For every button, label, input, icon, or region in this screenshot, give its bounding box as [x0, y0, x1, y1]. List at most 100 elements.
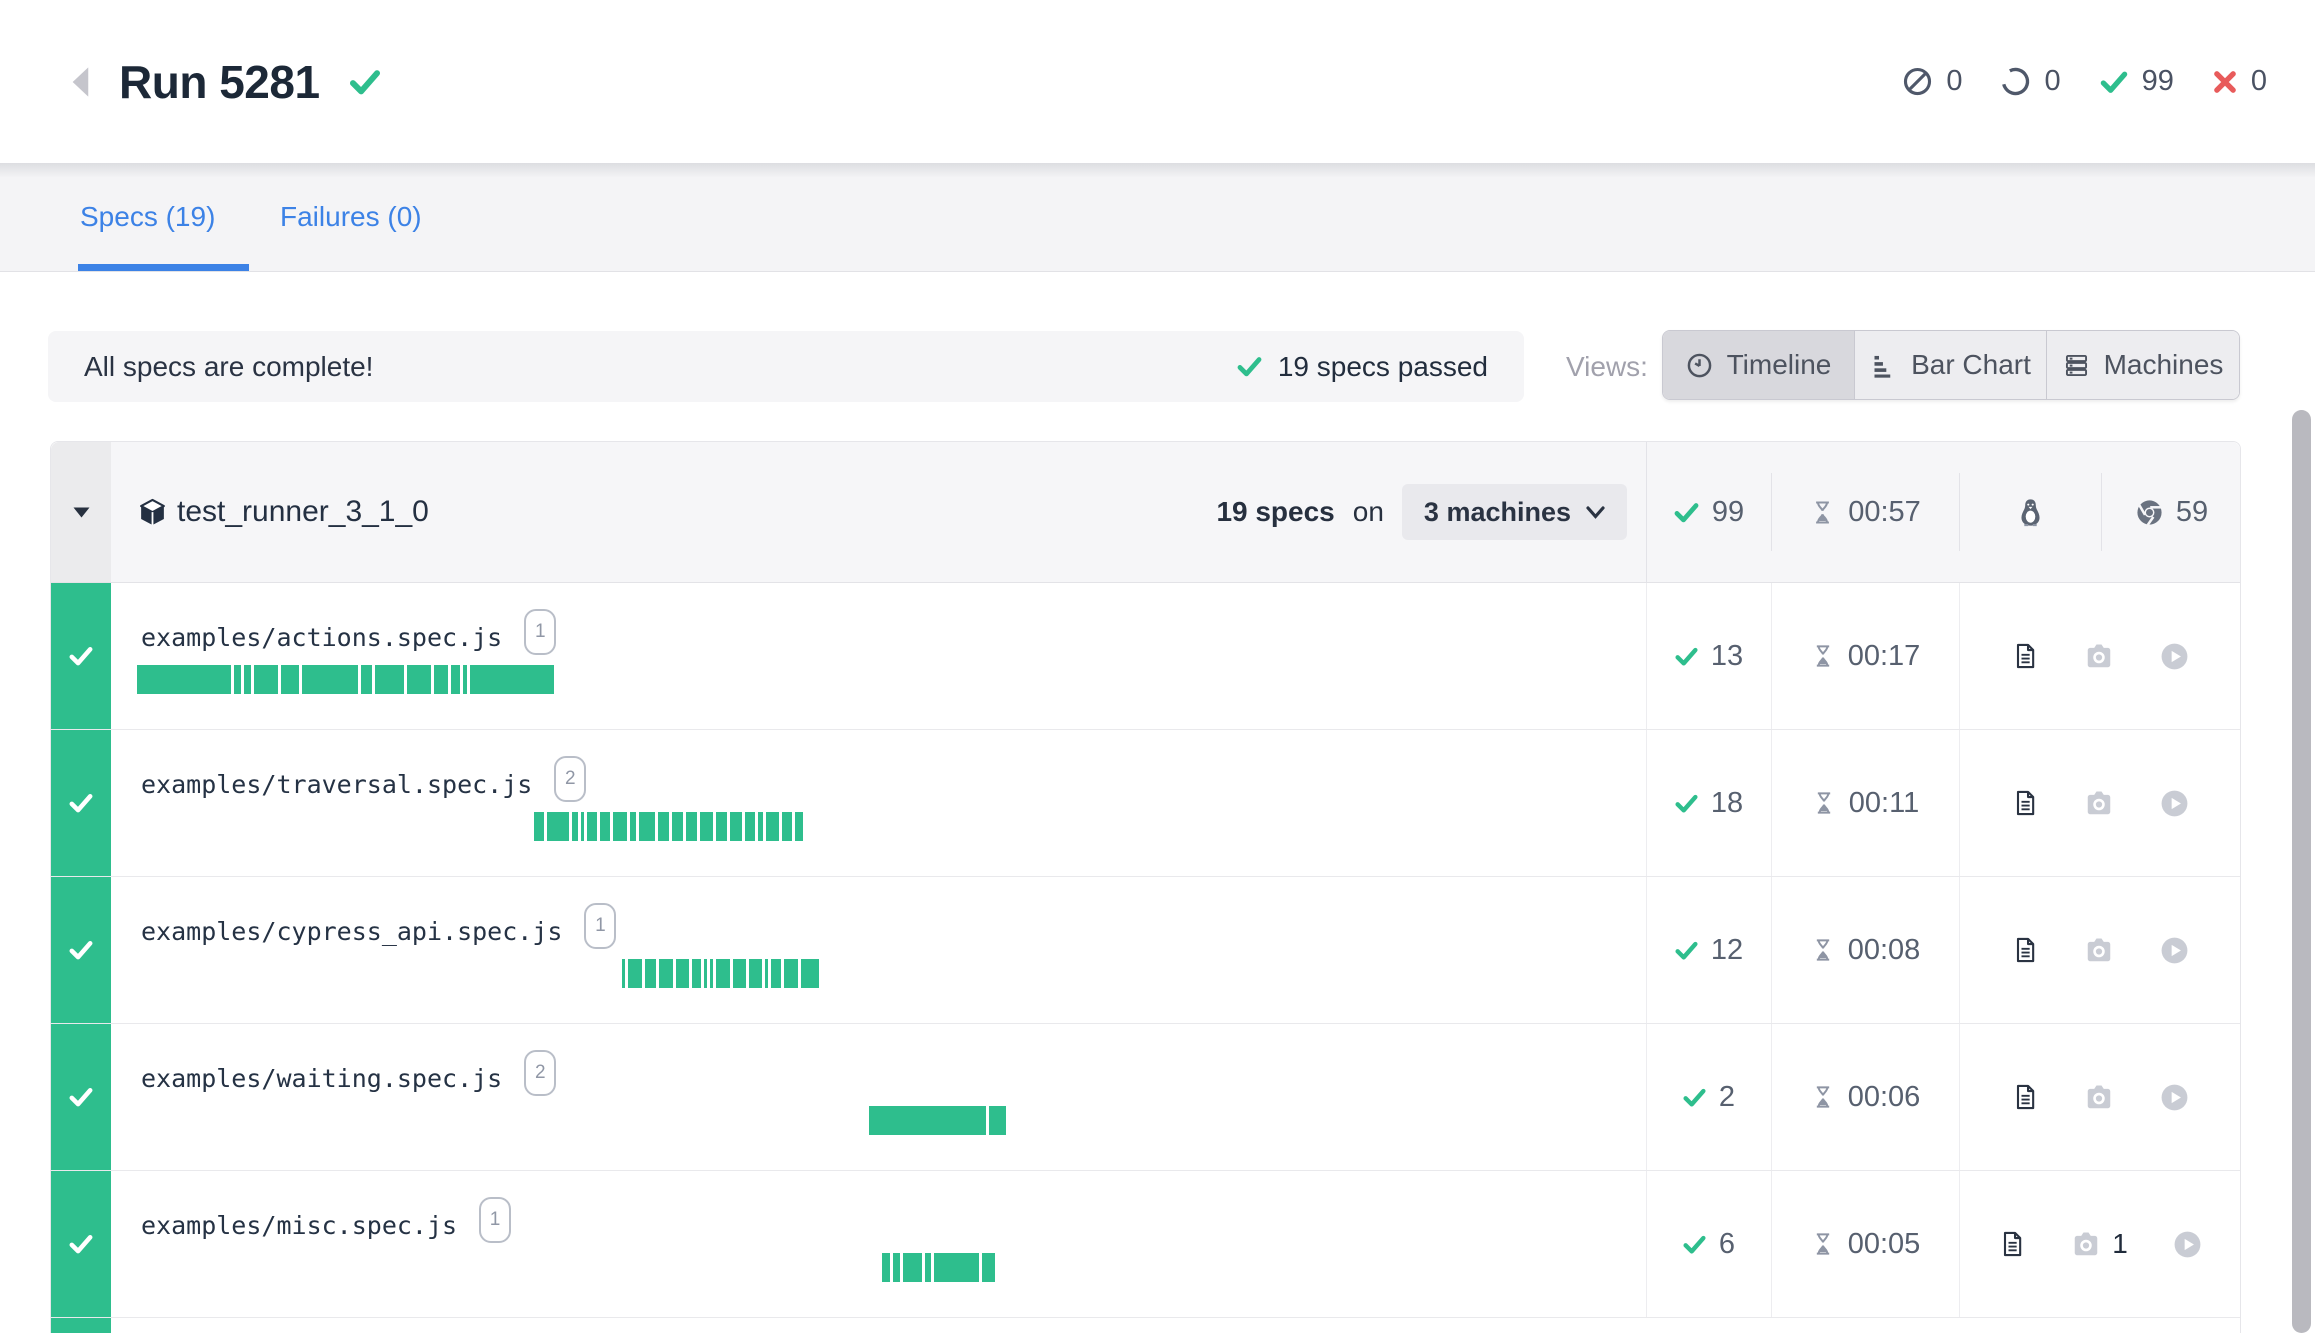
check-icon	[1236, 353, 1263, 380]
hourglass-icon	[1810, 937, 1836, 963]
spec-timeline-bar	[869, 1106, 1006, 1135]
document-icon	[2011, 1083, 2039, 1111]
spec-row: examples/traversal.spec.js 2 18 00:11	[51, 730, 2240, 877]
check-icon	[1682, 1232, 1707, 1257]
camera-icon	[2083, 641, 2115, 671]
spec-timeline-bar	[534, 812, 803, 841]
spec-name[interactable]: examples/actions.spec.js 1	[141, 611, 556, 663]
play-icon	[2159, 788, 2190, 819]
spec-duration: 00:17	[1771, 583, 1959, 729]
spec-duration: 00:05	[1771, 1171, 1959, 1317]
machines-dropdown[interactable]: 3 machines	[1402, 484, 1627, 540]
stdout-button[interactable]	[1998, 1230, 2026, 1258]
spec-group-badge: 1	[524, 609, 556, 655]
spec-passed-count: 12	[1646, 877, 1771, 1023]
specs-table: test_runner_3_1_0 19 specs on 3 machines…	[50, 441, 2241, 1333]
run-header: Run 5281 0 0 99 0	[0, 0, 2315, 163]
check-icon	[1674, 791, 1699, 816]
cube-icon	[137, 497, 168, 528]
screenshots-button[interactable]	[2083, 788, 2115, 818]
spec-row: examples/cypress_api.spec.js 1 12 00:08	[51, 877, 2240, 1024]
spec-passed-status	[51, 583, 111, 729]
linux-penguin-icon	[2015, 497, 2046, 528]
spec-passed-status	[51, 1024, 111, 1170]
spec-passed-status	[51, 1318, 111, 1333]
machines-icon	[2063, 352, 2090, 379]
check-icon	[68, 790, 94, 816]
video-button[interactable]	[2159, 935, 2190, 966]
stdout-button[interactable]	[2011, 642, 2039, 670]
screenshots-button[interactable]	[2083, 935, 2115, 965]
spec-passed-count: 2	[1646, 1024, 1771, 1170]
spec-passed-count: 18	[1646, 730, 1771, 876]
spec-row: examples/actions.spec.js 1 13 00:17	[51, 583, 2240, 730]
spec-passed-count: 6	[1646, 1171, 1771, 1317]
document-icon	[1998, 1230, 2026, 1258]
spec-duration: 00:06	[1771, 1024, 1959, 1170]
banner-message: All specs are complete!	[84, 351, 1236, 383]
stdout-button[interactable]	[2011, 936, 2039, 964]
spec-row: examples/waiting.spec.js 2 2 00:06	[51, 1024, 2240, 1171]
bar-chart-icon	[1870, 352, 1897, 379]
caret-down-icon	[73, 507, 90, 518]
spec-row: examples/misc.spec.js 1 6 00:05 1	[51, 1171, 2240, 1318]
check-icon	[1673, 499, 1700, 526]
passed-count: 99	[2099, 65, 2174, 98]
tab-specs[interactable]: Specs (19)	[78, 163, 249, 271]
chrome-icon	[2135, 498, 2164, 527]
spec-passed-status	[51, 877, 111, 1023]
pending-ring-icon	[2000, 66, 2031, 97]
spec-artifacts	[1959, 583, 2242, 729]
document-icon	[2011, 936, 2039, 964]
group-machines-summary: 19 specs on 3 machines	[1216, 442, 1627, 582]
spec-artifacts	[1959, 877, 2242, 1023]
screenshots-button[interactable]	[2083, 1082, 2115, 1112]
run-page: Run 5281 0 0 99 0 Specs (19)	[0, 0, 2315, 1333]
screenshots-button[interactable]: 1	[2070, 1228, 2128, 1260]
view-timeline-button[interactable]: Timeline	[1663, 331, 1855, 399]
spec-group-badge: 2	[524, 1050, 556, 1096]
camera-icon	[2083, 788, 2115, 818]
check-icon	[68, 1084, 94, 1110]
collapse-group-button[interactable]	[51, 442, 111, 582]
check-icon	[68, 643, 94, 669]
spec-name[interactable]: examples/traversal.spec.js 2	[141, 758, 586, 810]
camera-icon	[2083, 935, 2115, 965]
spec-duration: 00:11	[1771, 730, 1959, 876]
stdout-button[interactable]	[2011, 1083, 2039, 1111]
spec-passed-count: 13	[1646, 583, 1771, 729]
check-icon	[68, 937, 94, 963]
pending-count: 0	[2000, 65, 2060, 98]
page-scrollbar-thumb[interactable]	[2292, 410, 2311, 1333]
tab-bar: Specs (19) Failures (0)	[0, 163, 2315, 272]
view-bar-chart-button[interactable]: Bar Chart	[1855, 331, 2047, 399]
tab-failures[interactable]: Failures (0)	[280, 163, 425, 271]
screenshots-button[interactable]	[2083, 641, 2115, 671]
video-button[interactable]	[2159, 1082, 2190, 1113]
check-icon	[1674, 644, 1699, 669]
slash-circle-icon	[1902, 66, 1933, 97]
video-button[interactable]	[2172, 1229, 2203, 1260]
stdout-button[interactable]	[2011, 789, 2039, 817]
video-button[interactable]	[2159, 788, 2190, 819]
view-machines-button[interactable]: Machines	[2047, 331, 2239, 399]
clock-icon	[1686, 352, 1713, 379]
page-title: Run 5281	[119, 55, 320, 109]
group-duration: 00:57	[1771, 442, 1959, 582]
back-button[interactable]	[63, 60, 97, 104]
group-os-linux	[1959, 442, 2101, 582]
spec-name[interactable]: examples/waiting.spec.js 2	[141, 1052, 556, 1104]
spec-passed-status	[51, 730, 111, 876]
spec-name[interactable]: examples/cypress_api.spec.js 1	[141, 905, 616, 957]
play-icon	[2172, 1229, 2203, 1260]
spec-name[interactable]: examples/misc.spec.js 1	[141, 1199, 511, 1251]
spec-passed-status	[51, 1171, 111, 1317]
video-button[interactable]	[2159, 641, 2190, 672]
document-icon	[2011, 789, 2039, 817]
check-icon	[68, 1231, 94, 1257]
check-icon	[1674, 938, 1699, 963]
spec-duration: 00:08	[1771, 877, 1959, 1023]
spec-artifacts	[1959, 1024, 2242, 1170]
check-icon	[2099, 67, 2129, 97]
spec-artifacts	[1959, 730, 2242, 876]
